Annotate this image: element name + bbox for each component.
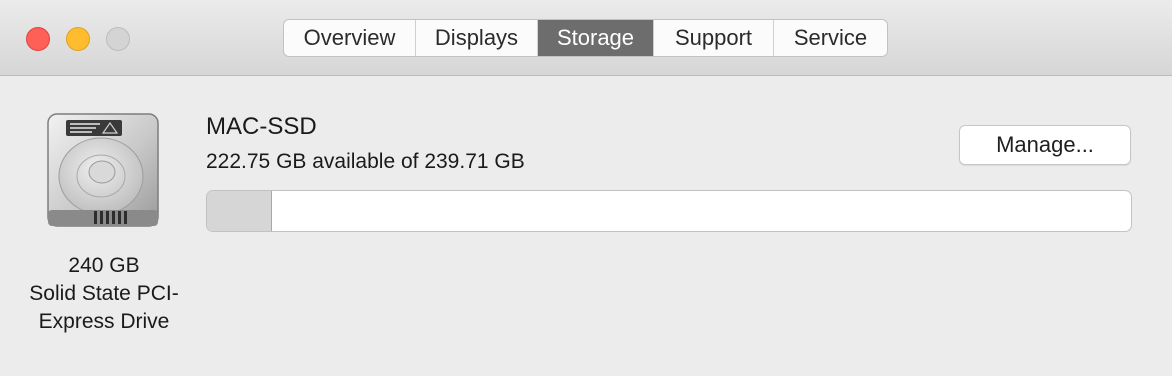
hard-drive-icon [47,113,159,227]
tab-storage[interactable]: Storage [538,20,654,56]
drive-type-line1: Solid State PCI- [29,282,179,305]
close-window-button[interactable] [26,27,50,51]
tab-displays[interactable]: Displays [416,20,538,56]
tab-service[interactable]: Service [774,20,887,56]
minimize-window-button[interactable] [66,27,90,51]
about-this-mac-window: Overview Displays Storage Support Servic… [0,0,1172,376]
volume-name: MAC-SSD [206,113,317,140]
drive-type-line2: Express Drive [38,310,170,333]
drive-description: 240 GB Solid State PCI- Express Drive [10,252,198,336]
volume-available-text: 222.75 GB available of 239.71 GB [206,150,525,173]
manage-button[interactable]: Manage... [959,125,1131,165]
tab-overview[interactable]: Overview [284,20,416,56]
tab-bar: Overview Displays Storage Support Servic… [283,19,888,57]
title-bar: Overview Displays Storage Support Servic… [0,0,1172,76]
storage-used-segment [207,191,273,231]
tab-support[interactable]: Support [654,20,774,56]
zoom-window-button [106,27,130,51]
drive-capacity: 240 GB [68,254,140,277]
storage-usage-bar [206,190,1132,232]
